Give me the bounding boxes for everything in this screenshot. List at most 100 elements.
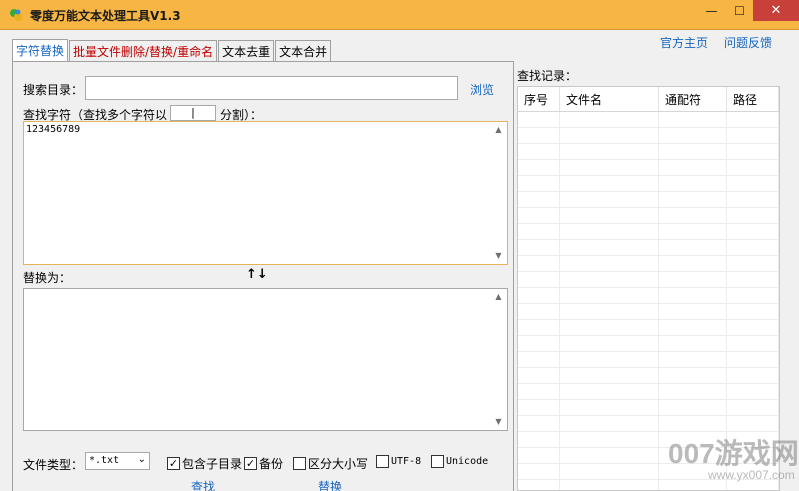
table-row bbox=[518, 384, 779, 400]
find-textarea[interactable]: 123456789 ▲ ▼ bbox=[23, 121, 508, 265]
table-cell bbox=[727, 192, 779, 207]
table-cell bbox=[659, 256, 727, 271]
subdir-checkbox[interactable]: ✓ 包含子目录 bbox=[167, 455, 242, 472]
table-cell bbox=[560, 400, 659, 415]
table-row bbox=[518, 144, 779, 160]
table-cell bbox=[518, 128, 560, 143]
case-checkbox[interactable]: 区分大小写 bbox=[293, 455, 368, 472]
records-table[interactable]: 序号 文件名 通配符 路径 bbox=[517, 86, 780, 491]
table-cell bbox=[560, 112, 659, 127]
tab-bar: 字符替换 批量文件删除/替换/重命名 文本去重 文本合并 bbox=[12, 39, 332, 61]
table-row bbox=[518, 416, 779, 432]
table-cell bbox=[727, 208, 779, 223]
table-row bbox=[518, 112, 779, 128]
find-button[interactable]: 查找 bbox=[191, 478, 215, 491]
table-cell bbox=[727, 352, 779, 367]
table-cell bbox=[518, 176, 560, 191]
table-cell bbox=[518, 416, 560, 431]
column-header-path[interactable]: 路径 bbox=[727, 87, 779, 111]
table-cell bbox=[659, 384, 727, 399]
scroll-down-icon[interactable]: ▼ bbox=[490, 248, 507, 264]
table-row bbox=[518, 128, 779, 144]
swap-arrows-button[interactable]: ↑↓ bbox=[246, 267, 268, 282]
table-cell bbox=[560, 192, 659, 207]
file-type-select[interactable]: *.txt ⌄ bbox=[85, 452, 150, 470]
tab-batch-files[interactable]: 批量文件删除/替换/重命名 bbox=[69, 40, 218, 61]
replace-scrollbar[interactable]: ▲ ▼ bbox=[490, 289, 507, 430]
column-header-filename[interactable]: 文件名 bbox=[560, 87, 659, 111]
search-dir-input[interactable] bbox=[85, 76, 458, 100]
app-icon bbox=[10, 9, 22, 21]
maximize-button[interactable]: ☐ bbox=[726, 0, 753, 21]
table-cell bbox=[518, 400, 560, 415]
scroll-up-icon[interactable]: ▲ bbox=[490, 122, 507, 138]
table-cell bbox=[518, 432, 560, 447]
table-row bbox=[518, 320, 779, 336]
checkbox-box bbox=[293, 457, 306, 470]
minimize-button[interactable]: — bbox=[697, 0, 726, 21]
table-cell bbox=[518, 288, 560, 303]
table-cell bbox=[659, 288, 727, 303]
table-cell bbox=[518, 272, 560, 287]
table-cell bbox=[727, 128, 779, 143]
browse-button[interactable]: 浏览 bbox=[470, 81, 494, 98]
table-cell bbox=[727, 336, 779, 351]
table-cell bbox=[659, 192, 727, 207]
utf8-checkbox[interactable]: UTF-8 bbox=[376, 455, 421, 468]
separator-input[interactable]: | bbox=[170, 105, 216, 121]
replace-button[interactable]: 替换 bbox=[318, 478, 342, 491]
table-cell bbox=[727, 144, 779, 159]
table-cell bbox=[518, 480, 560, 490]
unicode-checkbox[interactable]: Unicode bbox=[431, 455, 488, 468]
table-cell bbox=[727, 416, 779, 431]
window-title: 零度万能文本处理工具V1.3 bbox=[30, 9, 181, 23]
tab-dedupe[interactable]: 文本去重 bbox=[218, 40, 275, 61]
table-cell bbox=[727, 112, 779, 127]
table-cell bbox=[659, 128, 727, 143]
scroll-up-icon[interactable]: ▲ bbox=[490, 289, 507, 305]
checkmark-icon: ✓ bbox=[167, 457, 180, 470]
table-cell bbox=[727, 256, 779, 271]
column-header-wildcard[interactable]: 通配符 bbox=[659, 87, 727, 111]
watermark-text: 007游戏网 bbox=[668, 438, 799, 469]
feedback-link[interactable]: 问题反馈 bbox=[724, 34, 772, 51]
homepage-link[interactable]: 官方主页 bbox=[660, 34, 708, 51]
table-cell bbox=[659, 272, 727, 287]
column-header-index[interactable]: 序号 bbox=[518, 87, 560, 111]
table-cell bbox=[560, 320, 659, 335]
table-row bbox=[518, 208, 779, 224]
backup-label: 备份 bbox=[259, 457, 284, 471]
table-row bbox=[518, 224, 779, 240]
find-scrollbar[interactable]: ▲ ▼ bbox=[490, 122, 507, 264]
table-cell bbox=[560, 144, 659, 159]
table-cell bbox=[518, 144, 560, 159]
table-cell bbox=[659, 400, 727, 415]
tab-merge[interactable]: 文本合并 bbox=[275, 40, 332, 61]
utf8-label: UTF-8 bbox=[391, 456, 422, 467]
char-replace-panel: 搜索目录： 浏览 查找字符（查找多个字符以 | 分割）： 123456789 ▲… bbox=[12, 61, 514, 491]
table-cell bbox=[560, 464, 659, 479]
title-bar: 零度万能文本处理工具V1.3 — ☐ ✕ bbox=[0, 0, 799, 30]
search-dir-label: 搜索目录： bbox=[23, 83, 84, 97]
table-cell bbox=[518, 256, 560, 271]
table-cell bbox=[659, 416, 727, 431]
tab-char-replace[interactable]: 字符替换 bbox=[12, 39, 69, 61]
close-button[interactable]: ✕ bbox=[753, 0, 799, 21]
watermark-url: www.yx007.com bbox=[708, 468, 795, 482]
table-cell bbox=[518, 336, 560, 351]
scroll-down-icon[interactable]: ▼ bbox=[490, 414, 507, 430]
table-cell bbox=[727, 400, 779, 415]
table-cell bbox=[560, 128, 659, 143]
table-cell bbox=[560, 208, 659, 223]
table-row bbox=[518, 272, 779, 288]
table-row bbox=[518, 160, 779, 176]
table-cell bbox=[560, 272, 659, 287]
backup-checkbox[interactable]: ✓ 备份 bbox=[244, 455, 283, 472]
table-row bbox=[518, 176, 779, 192]
table-cell bbox=[518, 192, 560, 207]
table-header: 序号 文件名 通配符 路径 bbox=[518, 87, 779, 112]
table-cell bbox=[727, 320, 779, 335]
table-cell bbox=[560, 176, 659, 191]
replace-textarea[interactable]: ▲ ▼ bbox=[23, 288, 508, 431]
table-cell bbox=[727, 224, 779, 239]
